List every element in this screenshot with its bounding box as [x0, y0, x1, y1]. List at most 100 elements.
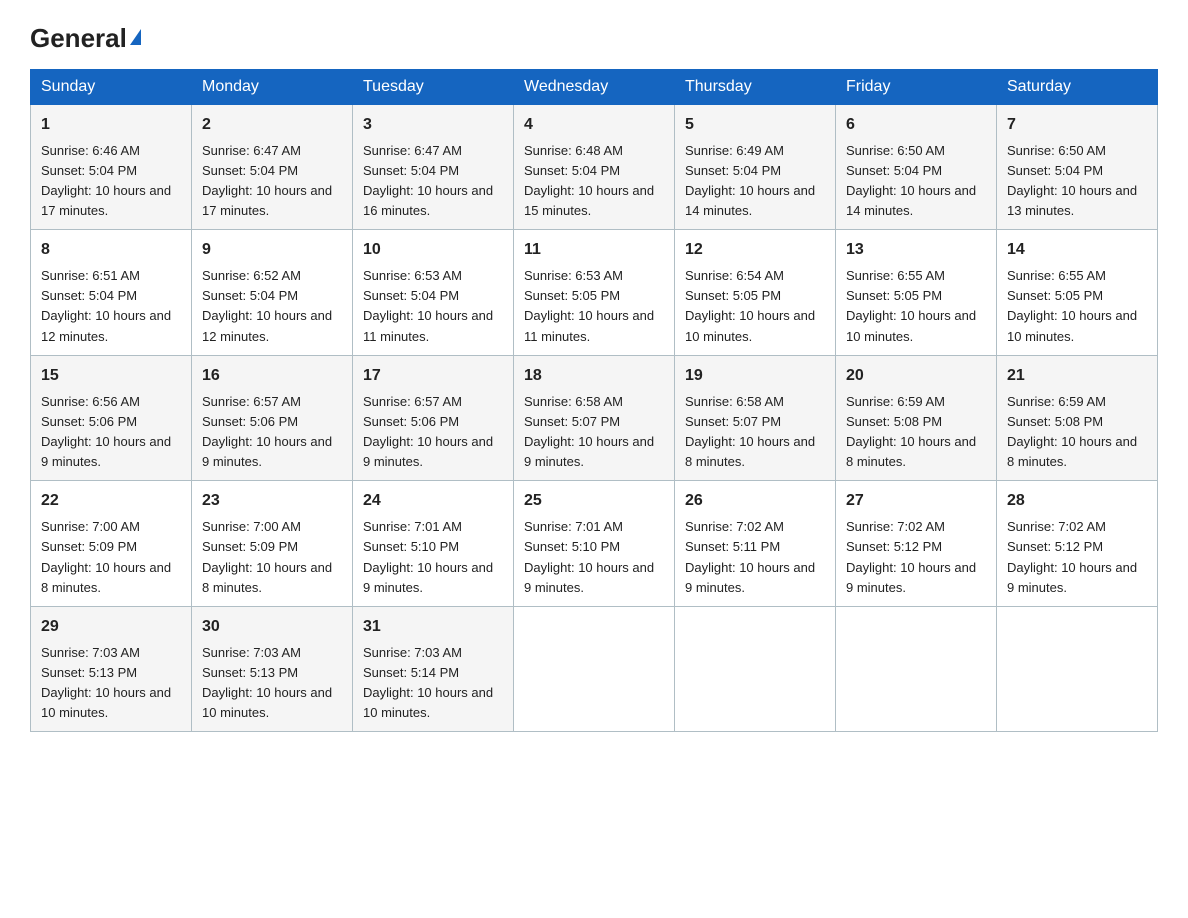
day-number: 1 — [41, 113, 181, 137]
calendar-cell — [514, 606, 675, 732]
calendar-cell: 2 Sunrise: 6:47 AMSunset: 5:04 PMDayligh… — [192, 104, 353, 230]
calendar-cell: 16 Sunrise: 6:57 AMSunset: 5:06 PMDaylig… — [192, 355, 353, 481]
day-number: 18 — [524, 364, 664, 388]
calendar-cell: 25 Sunrise: 7:01 AMSunset: 5:10 PMDaylig… — [514, 481, 675, 607]
calendar-cell: 8 Sunrise: 6:51 AMSunset: 5:04 PMDayligh… — [31, 230, 192, 356]
day-info: Sunrise: 7:01 AMSunset: 5:10 PMDaylight:… — [524, 519, 654, 594]
day-number: 26 — [685, 489, 825, 513]
col-header-monday: Monday — [192, 69, 353, 104]
day-info: Sunrise: 6:46 AMSunset: 5:04 PMDaylight:… — [41, 143, 171, 218]
day-info: Sunrise: 7:00 AMSunset: 5:09 PMDaylight:… — [41, 519, 171, 594]
day-number: 10 — [363, 238, 503, 262]
day-number: 4 — [524, 113, 664, 137]
calendar-cell: 23 Sunrise: 7:00 AMSunset: 5:09 PMDaylig… — [192, 481, 353, 607]
day-number: 3 — [363, 113, 503, 137]
day-info: Sunrise: 7:03 AMSunset: 5:13 PMDaylight:… — [202, 645, 332, 720]
calendar-cell — [997, 606, 1158, 732]
day-info: Sunrise: 6:55 AMSunset: 5:05 PMDaylight:… — [846, 268, 976, 343]
calendar-cell: 6 Sunrise: 6:50 AMSunset: 5:04 PMDayligh… — [836, 104, 997, 230]
day-info: Sunrise: 6:58 AMSunset: 5:07 PMDaylight:… — [685, 394, 815, 469]
calendar-cell: 5 Sunrise: 6:49 AMSunset: 5:04 PMDayligh… — [675, 104, 836, 230]
calendar-week-row: 1 Sunrise: 6:46 AMSunset: 5:04 PMDayligh… — [31, 104, 1158, 230]
calendar-week-row: 22 Sunrise: 7:00 AMSunset: 5:09 PMDaylig… — [31, 481, 1158, 607]
day-info: Sunrise: 6:52 AMSunset: 5:04 PMDaylight:… — [202, 268, 332, 343]
col-header-friday: Friday — [836, 69, 997, 104]
day-info: Sunrise: 6:55 AMSunset: 5:05 PMDaylight:… — [1007, 268, 1137, 343]
calendar-header: SundayMondayTuesdayWednesdayThursdayFrid… — [31, 69, 1158, 104]
day-info: Sunrise: 6:49 AMSunset: 5:04 PMDaylight:… — [685, 143, 815, 218]
day-info: Sunrise: 6:48 AMSunset: 5:04 PMDaylight:… — [524, 143, 654, 218]
calendar-cell: 31 Sunrise: 7:03 AMSunset: 5:14 PMDaylig… — [353, 606, 514, 732]
day-info: Sunrise: 6:59 AMSunset: 5:08 PMDaylight:… — [846, 394, 976, 469]
calendar-cell — [836, 606, 997, 732]
day-number: 19 — [685, 364, 825, 388]
day-number: 9 — [202, 238, 342, 262]
calendar-cell: 10 Sunrise: 6:53 AMSunset: 5:04 PMDaylig… — [353, 230, 514, 356]
day-number: 29 — [41, 615, 181, 639]
logo: General — [30, 24, 141, 53]
day-info: Sunrise: 6:58 AMSunset: 5:07 PMDaylight:… — [524, 394, 654, 469]
day-info: Sunrise: 6:50 AMSunset: 5:04 PMDaylight:… — [1007, 143, 1137, 218]
page-header: General — [30, 24, 1158, 53]
day-info: Sunrise: 7:02 AMSunset: 5:12 PMDaylight:… — [1007, 519, 1137, 594]
calendar-cell: 30 Sunrise: 7:03 AMSunset: 5:13 PMDaylig… — [192, 606, 353, 732]
calendar-cell: 24 Sunrise: 7:01 AMSunset: 5:10 PMDaylig… — [353, 481, 514, 607]
calendar-cell: 27 Sunrise: 7:02 AMSunset: 5:12 PMDaylig… — [836, 481, 997, 607]
day-number: 24 — [363, 489, 503, 513]
day-number: 27 — [846, 489, 986, 513]
col-header-tuesday: Tuesday — [353, 69, 514, 104]
day-info: Sunrise: 6:59 AMSunset: 5:08 PMDaylight:… — [1007, 394, 1137, 469]
day-number: 13 — [846, 238, 986, 262]
day-info: Sunrise: 6:53 AMSunset: 5:04 PMDaylight:… — [363, 268, 493, 343]
calendar-week-row: 8 Sunrise: 6:51 AMSunset: 5:04 PMDayligh… — [31, 230, 1158, 356]
day-number: 6 — [846, 113, 986, 137]
calendar-cell: 20 Sunrise: 6:59 AMSunset: 5:08 PMDaylig… — [836, 355, 997, 481]
day-info: Sunrise: 6:54 AMSunset: 5:05 PMDaylight:… — [685, 268, 815, 343]
day-info: Sunrise: 6:57 AMSunset: 5:06 PMDaylight:… — [202, 394, 332, 469]
calendar-cell: 18 Sunrise: 6:58 AMSunset: 5:07 PMDaylig… — [514, 355, 675, 481]
col-header-wednesday: Wednesday — [514, 69, 675, 104]
day-info: Sunrise: 7:01 AMSunset: 5:10 PMDaylight:… — [363, 519, 493, 594]
day-number: 7 — [1007, 113, 1147, 137]
calendar-cell: 28 Sunrise: 7:02 AMSunset: 5:12 PMDaylig… — [997, 481, 1158, 607]
calendar-week-row: 15 Sunrise: 6:56 AMSunset: 5:06 PMDaylig… — [31, 355, 1158, 481]
calendar-cell: 14 Sunrise: 6:55 AMSunset: 5:05 PMDaylig… — [997, 230, 1158, 356]
calendar-week-row: 29 Sunrise: 7:03 AMSunset: 5:13 PMDaylig… — [31, 606, 1158, 732]
day-number: 11 — [524, 238, 664, 262]
day-info: Sunrise: 6:47 AMSunset: 5:04 PMDaylight:… — [202, 143, 332, 218]
day-info: Sunrise: 7:03 AMSunset: 5:14 PMDaylight:… — [363, 645, 493, 720]
day-number: 17 — [363, 364, 503, 388]
day-number: 14 — [1007, 238, 1147, 262]
calendar-cell: 13 Sunrise: 6:55 AMSunset: 5:05 PMDaylig… — [836, 230, 997, 356]
logo-general: General — [30, 24, 127, 53]
day-number: 23 — [202, 489, 342, 513]
col-header-thursday: Thursday — [675, 69, 836, 104]
calendar-cell: 11 Sunrise: 6:53 AMSunset: 5:05 PMDaylig… — [514, 230, 675, 356]
day-info: Sunrise: 6:56 AMSunset: 5:06 PMDaylight:… — [41, 394, 171, 469]
day-number: 15 — [41, 364, 181, 388]
day-info: Sunrise: 6:53 AMSunset: 5:05 PMDaylight:… — [524, 268, 654, 343]
day-info: Sunrise: 6:57 AMSunset: 5:06 PMDaylight:… — [363, 394, 493, 469]
day-info: Sunrise: 7:00 AMSunset: 5:09 PMDaylight:… — [202, 519, 332, 594]
day-number: 31 — [363, 615, 503, 639]
day-number: 30 — [202, 615, 342, 639]
day-number: 21 — [1007, 364, 1147, 388]
calendar-cell: 7 Sunrise: 6:50 AMSunset: 5:04 PMDayligh… — [997, 104, 1158, 230]
day-info: Sunrise: 6:51 AMSunset: 5:04 PMDaylight:… — [41, 268, 171, 343]
col-header-saturday: Saturday — [997, 69, 1158, 104]
day-number: 2 — [202, 113, 342, 137]
calendar-cell: 22 Sunrise: 7:00 AMSunset: 5:09 PMDaylig… — [31, 481, 192, 607]
calendar-cell: 15 Sunrise: 6:56 AMSunset: 5:06 PMDaylig… — [31, 355, 192, 481]
calendar-cell: 21 Sunrise: 6:59 AMSunset: 5:08 PMDaylig… — [997, 355, 1158, 481]
calendar-cell: 1 Sunrise: 6:46 AMSunset: 5:04 PMDayligh… — [31, 104, 192, 230]
calendar-cell: 9 Sunrise: 6:52 AMSunset: 5:04 PMDayligh… — [192, 230, 353, 356]
day-info: Sunrise: 7:02 AMSunset: 5:12 PMDaylight:… — [846, 519, 976, 594]
calendar-cell — [675, 606, 836, 732]
calendar-cell: 19 Sunrise: 6:58 AMSunset: 5:07 PMDaylig… — [675, 355, 836, 481]
day-info: Sunrise: 6:47 AMSunset: 5:04 PMDaylight:… — [363, 143, 493, 218]
day-number: 22 — [41, 489, 181, 513]
col-header-sunday: Sunday — [31, 69, 192, 104]
day-info: Sunrise: 7:02 AMSunset: 5:11 PMDaylight:… — [685, 519, 815, 594]
day-number: 28 — [1007, 489, 1147, 513]
day-info: Sunrise: 7:03 AMSunset: 5:13 PMDaylight:… — [41, 645, 171, 720]
